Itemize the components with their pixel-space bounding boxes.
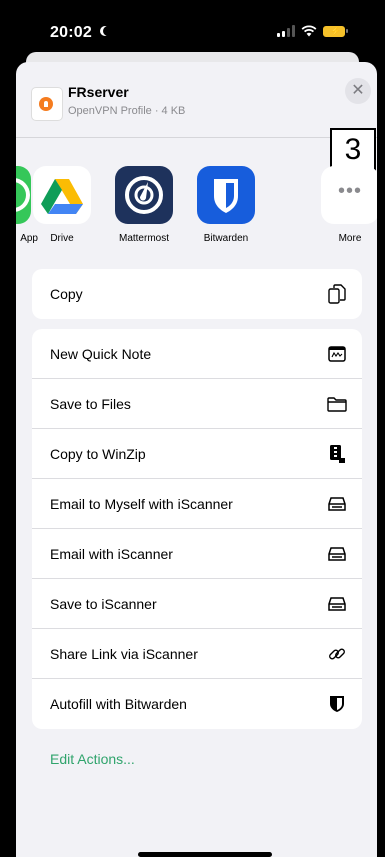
status-icons: ⚡ bbox=[277, 25, 348, 37]
action-label: Copy to WinZip bbox=[50, 446, 146, 462]
action-label: Save to iScanner bbox=[50, 596, 157, 612]
clock-text: 20:02 bbox=[50, 24, 92, 41]
close-icon: ✕ bbox=[351, 82, 365, 99]
signal-icon bbox=[277, 25, 295, 37]
action-copy-to-winzip[interactable]: Copy to WinZip bbox=[32, 429, 362, 479]
moon-icon bbox=[103, 26, 113, 36]
action-label: New Quick Note bbox=[50, 346, 152, 362]
app-row: App Drive Mattermost Bitwarden ••• More bbox=[16, 166, 377, 256]
action-label: Email with iScanner bbox=[50, 546, 173, 562]
copy-group: Copy bbox=[32, 269, 362, 319]
action-share-link-iscanner[interactable]: Share Link via iScanner bbox=[32, 629, 362, 679]
action-label: Share Link via iScanner bbox=[50, 646, 198, 662]
app-label: More bbox=[338, 233, 362, 244]
app-label: Drive bbox=[50, 233, 74, 244]
more-dots-icon: ••• bbox=[321, 166, 377, 224]
app-bitwarden[interactable]: Bitwarden bbox=[190, 166, 262, 244]
wifi-icon bbox=[301, 25, 317, 37]
winzip-icon bbox=[326, 443, 348, 465]
bitwarden-icon bbox=[197, 166, 255, 224]
action-email-to-myself-iscanner[interactable]: Email to Myself with iScanner bbox=[32, 479, 362, 529]
mattermost-icon bbox=[115, 166, 173, 224]
home-indicator[interactable] bbox=[138, 852, 272, 857]
share-header: FRserver OpenVPN Profile · 4 KB ✕ bbox=[16, 62, 377, 138]
bitwarden-shield-icon bbox=[326, 693, 348, 715]
link-icon bbox=[326, 643, 348, 665]
action-label: Autofill with Bitwarden bbox=[50, 696, 187, 712]
status-time: 20:02 bbox=[50, 24, 110, 42]
app-mattermost[interactable]: Mattermost bbox=[108, 166, 180, 244]
action-label: Save to Files bbox=[50, 396, 131, 412]
file-meta: OpenVPN Profile · 4 KB bbox=[68, 105, 186, 117]
actions-group: New Quick Note Save to Files Copy to Win… bbox=[32, 329, 362, 729]
app-label: Bitwarden bbox=[203, 233, 249, 244]
action-label: Email to Myself with iScanner bbox=[50, 496, 233, 512]
action-new-quick-note[interactable]: New Quick Note bbox=[32, 329, 362, 379]
action-label: Copy bbox=[50, 286, 83, 302]
close-button[interactable]: ✕ bbox=[345, 78, 371, 104]
action-save-to-iscanner[interactable]: Save to iScanner bbox=[32, 579, 362, 629]
action-email-with-iscanner[interactable]: Email with iScanner bbox=[32, 529, 362, 579]
quick-note-icon bbox=[326, 343, 348, 365]
action-copy[interactable]: Copy bbox=[32, 269, 362, 319]
file-name: FRserver bbox=[68, 84, 129, 100]
scanner-icon bbox=[326, 543, 348, 565]
google-drive-icon bbox=[33, 166, 91, 224]
scanner-icon bbox=[326, 593, 348, 615]
scanner-icon bbox=[326, 493, 348, 515]
folder-icon bbox=[326, 393, 348, 415]
openvpn-file-icon bbox=[32, 88, 62, 120]
copy-icon bbox=[326, 283, 348, 305]
app-drive[interactable]: Drive bbox=[26, 166, 98, 244]
share-sheet: FRserver OpenVPN Profile · 4 KB ✕ 3 App … bbox=[16, 62, 377, 857]
battery-icon: ⚡ bbox=[323, 25, 348, 37]
app-more[interactable]: ••• More bbox=[314, 166, 377, 244]
action-autofill-bitwarden[interactable]: Autofill with Bitwarden bbox=[32, 679, 362, 729]
status-bar: 20:02 ⚡ bbox=[0, 0, 385, 52]
action-save-to-files[interactable]: Save to Files bbox=[32, 379, 362, 429]
edit-actions-link[interactable]: Edit Actions... bbox=[50, 751, 135, 767]
app-label: Mattermost bbox=[118, 233, 169, 244]
